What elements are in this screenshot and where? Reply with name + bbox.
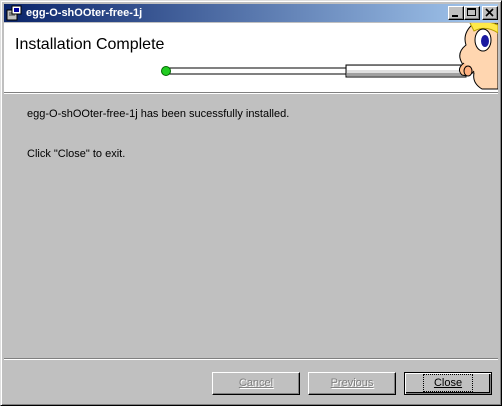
close-icon <box>485 8 494 17</box>
progress-dot-icon <box>161 66 171 76</box>
maximize-button[interactable] <box>464 6 480 20</box>
progress-track <box>164 67 346 75</box>
minimize-icon <box>452 15 458 17</box>
minimize-button[interactable] <box>448 6 464 20</box>
title-bar[interactable]: egg-O-shOOter-free-1j <box>4 4 498 22</box>
banner-illustration <box>161 23 498 90</box>
cancel-button[interactable]: Cancel <box>212 372 300 395</box>
close-window-button[interactable] <box>482 6 498 20</box>
header-divider <box>4 92 498 94</box>
exit-hint-message: Click "Close" to exit. <box>27 148 126 160</box>
close-button[interactable]: Close <box>404 372 492 395</box>
close-button-label: Close <box>422 374 474 392</box>
footer-divider <box>4 358 498 360</box>
previous-button[interactable]: Previous <box>308 372 396 395</box>
maximize-icon <box>467 8 476 16</box>
window-title: egg-O-shOOter-free-1j <box>26 7 143 19</box>
installer-window: egg-O-shOOter-free-1j Installation Compl… <box>0 0 502 406</box>
header-banner: Installation Complete <box>4 23 498 92</box>
cartoon-face-icon <box>458 23 498 90</box>
installer-app-icon <box>6 5 22 21</box>
install-success-message: egg-O-shOOter-free-1j has been sucessful… <box>27 108 290 120</box>
